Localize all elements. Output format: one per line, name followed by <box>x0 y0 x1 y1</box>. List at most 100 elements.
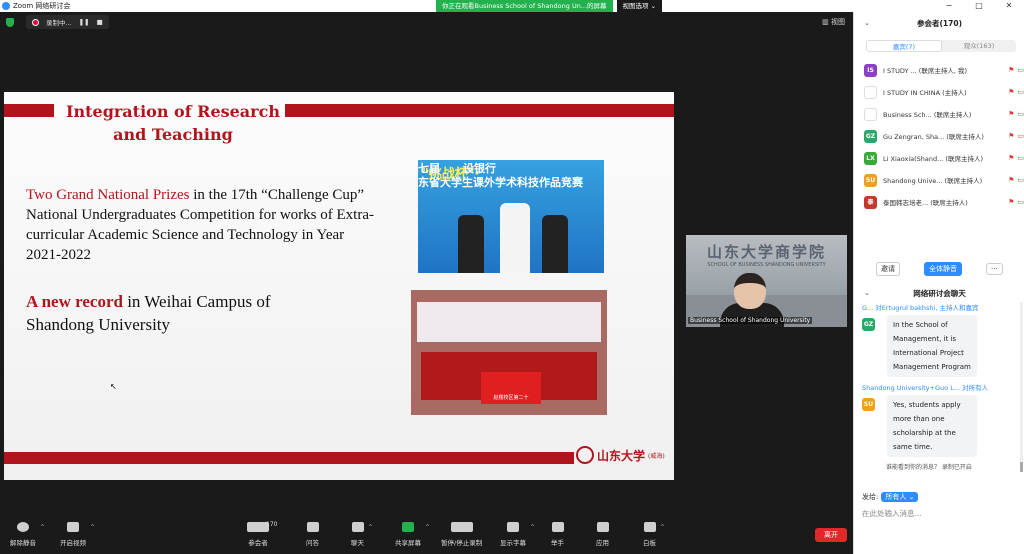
captions-button[interactable]: 显示字幕 ^ <box>500 522 535 547</box>
meeting-stage: 录制中... ❚❚ ■ ▥ 视图 Integration of Research… <box>0 12 853 518</box>
qa-button[interactable]: 问答 <box>306 522 319 547</box>
apps-icon <box>596 522 609 532</box>
mic-muted-icon[interactable]: ⚑ <box>1008 66 1014 74</box>
wall-sign-en: SCHOOL OF BUSINESS SHANDONG UNIVERSITY <box>707 262 826 268</box>
unmute-button[interactable]: 解除静音 ^ <box>10 522 45 547</box>
participant-status-icons: ⚑ ▭ <box>1008 66 1024 74</box>
view-options-button[interactable]: 视图选项 ⌄ <box>616 0 663 12</box>
shared-slide: Integration of Research and Teaching Two… <box>4 92 674 480</box>
window-controls: − □ ✕ <box>934 0 1024 12</box>
close-button[interactable]: ✕ <box>994 0 1024 12</box>
speaker-name-label: Business School of Shandong University <box>688 317 813 324</box>
participant-row[interactable]: I STUDY IN CHINA (主持人) ⚑ ▭ <box>864 81 1024 103</box>
slide-title-line2: and Teaching <box>113 125 233 144</box>
slide-paragraph-1: Two Grand National Prizes in the 17th “C… <box>26 185 376 265</box>
participant-status-icons: ⚑ ▭ <box>1008 198 1024 206</box>
participant-row[interactable]: LX Li Xiaoxia(Shand... (联席主持人) ⚑ ▭ <box>864 147 1024 169</box>
chat-icon <box>351 522 364 532</box>
participants-header: 参会者(170) <box>916 19 962 28</box>
participant-status-icons: ⚑ ▭ <box>1008 88 1024 96</box>
slide-title-line1: Integration of Research <box>66 102 280 121</box>
start-video-button[interactable]: 开启视频 ^ <box>60 522 95 547</box>
mouse-cursor-icon: ↖ <box>110 382 117 391</box>
raise-hand-button[interactable]: 举手 <box>551 522 564 547</box>
meeting-toolbar: 解除静音 ^ 开启视频 ^ 参会者 170 问答 聊天 ^ 共享屏幕 ^ 暂停/停止录制… <box>0 518 853 554</box>
tab-attendees[interactable]: 观众(163) <box>942 40 1016 52</box>
speaker-video[interactable]: 山东大学商学院 SCHOOL OF BUSINESS SHANDONG UNIV… <box>686 235 847 327</box>
wall-sign-cn: 山东大学商学院 <box>706 243 826 261</box>
participant-row[interactable]: GZ Gu Zengran, Sha... (联席主持人) ⚑ ▭ <box>864 125 1024 147</box>
pause-recording-button[interactable]: ❚❚ <box>79 18 90 26</box>
video-off-icon[interactable]: ▭ <box>1017 66 1024 74</box>
participants-list: IS I STUDY ... (联席主持人, 我) ⚑ ▭ I STUDY IN CHI… <box>864 59 1024 213</box>
university-logo: 山东大学 (威海) <box>576 446 665 464</box>
whiteboard-icon <box>643 522 656 532</box>
chat-sender: G... 对Ertugrul bakhshi, 主持人和嘉宾 <box>862 304 979 312</box>
share-screen-button[interactable]: 共享屏幕 ^ <box>395 522 430 547</box>
avatar <box>864 85 877 99</box>
avatar: SU <box>862 398 875 411</box>
participant-row[interactable]: 泰泰国韩志培老... (联席主持人) ⚑ ▭ <box>864 191 1024 213</box>
recording-label: 录制中... <box>46 19 72 27</box>
avatar: 泰 <box>864 195 877 209</box>
chat-header: 网络研讨会聊天 <box>913 289 966 298</box>
participant-name: 泰国韩志培老... (联席主持人) <box>883 199 968 207</box>
stop-recording-button[interactable]: ■ <box>97 18 103 26</box>
video-off-icon[interactable]: ▭ <box>1017 154 1024 162</box>
team-photo-screen <box>417 302 601 342</box>
chat-button[interactable]: 聊天 ^ <box>351 522 373 547</box>
mic-muted-icon[interactable]: ⚑ <box>1008 132 1014 140</box>
apps-button[interactable]: 应用 <box>596 522 609 547</box>
security-shield-icon[interactable] <box>6 17 14 27</box>
recording-indicator: 录制中... ❚❚ ■ <box>26 15 109 29</box>
video-off-icon[interactable]: ▭ <box>1017 88 1024 96</box>
chat-scrollbar[interactable] <box>1020 302 1023 472</box>
university-logo-name: 山东大学 <box>597 448 646 463</box>
participants-tabs: 嘉宾(7) 观众(163) <box>866 40 1016 52</box>
video-off-icon[interactable]: ▭ <box>1017 198 1024 206</box>
pause-stop-recording-button[interactable]: 暂停/停止录制 <box>441 522 482 547</box>
mic-muted-icon[interactable]: ⚑ <box>1008 110 1014 118</box>
video-off-icon <box>67 522 79 532</box>
minimize-button[interactable]: − <box>934 0 964 12</box>
video-off-icon[interactable]: ▭ <box>1017 176 1024 184</box>
participants-count: 170 <box>266 521 278 528</box>
participant-status-icons: ⚑ ▭ <box>1008 110 1024 118</box>
more-button[interactable]: ··· <box>986 263 1003 275</box>
apps-label: 应用 <box>596 539 609 547</box>
slide-title-bar-left <box>4 104 54 117</box>
raise-hand-icon <box>551 522 564 532</box>
side-panel: ⌄ 参会者(170) 嘉宾(7) 观众(163) IS I STUDY ... (… <box>853 12 1024 554</box>
para2-highlight: A new record <box>26 292 123 311</box>
slide-title-bar-right <box>285 104 674 117</box>
avatar <box>864 107 877 121</box>
captions-icon <box>507 522 519 532</box>
pause-stop-icon <box>450 522 473 532</box>
competition-photo: "挑战杯"· 七届 设银行 东省大学生课外学术科技作品竞赛 <box>418 160 604 273</box>
participant-row[interactable]: IS I STUDY ... (联席主持人, 我) ⚑ ▭ <box>864 59 1024 81</box>
share-screen-icon <box>402 522 414 532</box>
para1-highlight: Two Grand National Prizes <box>26 187 190 203</box>
qa-label: 问答 <box>306 539 319 547</box>
mute-all-button[interactable]: 全体静音 <box>924 262 962 276</box>
chat-input[interactable]: 在此处输入消息... <box>862 508 922 519</box>
video-off-icon[interactable]: ▭ <box>1017 132 1024 140</box>
participant-row[interactable]: SU Shandong Unive... (联席主持人) ⚑ ▭ <box>864 169 1024 191</box>
invite-button[interactable]: 邀请 <box>876 262 900 276</box>
mic-muted-icon[interactable]: ⚑ <box>1008 176 1014 184</box>
mic-muted-icon[interactable]: ⚑ <box>1008 154 1014 162</box>
tab-panelists[interactable]: 嘉宾(7) <box>866 40 942 52</box>
mic-muted-icon[interactable]: ⚑ <box>1008 88 1014 96</box>
video-off-icon[interactable]: ▭ <box>1017 110 1024 118</box>
maximize-button[interactable]: □ <box>964 0 994 12</box>
to-label: 发给: <box>862 493 879 501</box>
recipient-select[interactable]: 所有人 ⌄ <box>881 492 919 502</box>
participant-name: Gu Zengran, Sha... (联席主持人) <box>883 133 984 141</box>
chat-sender: Shandong University+Guo L... 对所有人 <box>862 384 989 392</box>
leave-button[interactable]: 离开 <box>815 528 847 542</box>
whiteboard-button[interactable]: 白板 ^ <box>643 522 665 547</box>
mic-muted-icon[interactable]: ⚑ <box>1008 198 1014 206</box>
avatar: LX <box>864 151 877 165</box>
view-button[interactable]: ▥ 视图 <box>822 17 845 27</box>
participant-row[interactable]: Business Sch... (联席主持人) ⚑ ▭ <box>864 103 1024 125</box>
